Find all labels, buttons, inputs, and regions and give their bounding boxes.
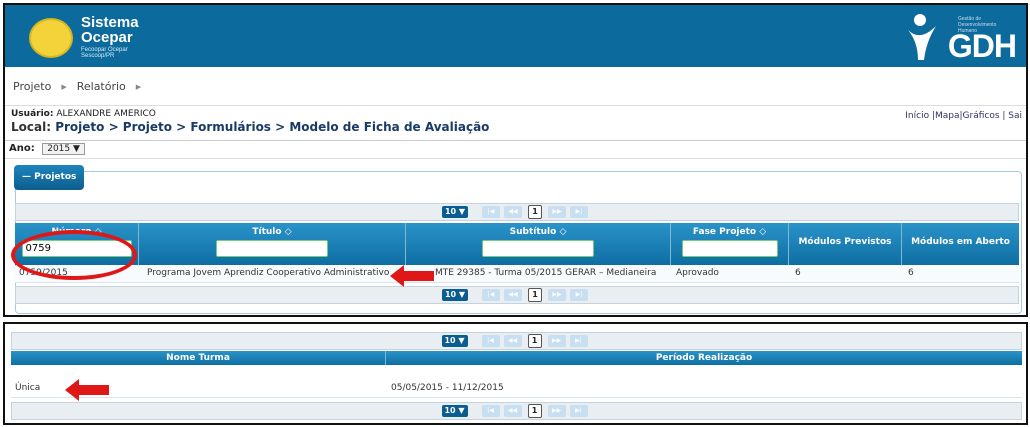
column-header-modulos-previstos: Módulos Previstos [789,223,902,265]
turmas-panel: 10 ▼ |◀ ◀◀ 1 ▶▶ ▶| Nome Turma Período Re… [3,322,1028,425]
subtitulo-filter-input[interactable] [482,240,594,257]
column-header-modulos-aberto: Módulos em Aberto [911,237,1010,247]
column-header-subtitulo[interactable]: Subtítulo ◇ [406,223,671,265]
last-page-button[interactable]: ▶| [570,206,588,218]
logo-subtext: Fecoopar Ocepar Sescoop/PR [81,47,128,59]
red-arrow-icon [390,265,434,287]
user-line: Usuário: ALEXANDRE AMERICO [11,109,1020,119]
projetos-pager-top: 10 ▼ |◀ ◀◀ 1 ▶▶ ▶| [15,203,1019,221]
projetos-toggle-button[interactable]: — Projetos [14,165,85,190]
prev-page-button[interactable]: ◀◀ [504,289,522,301]
prev-page-button[interactable]: ◀◀ [503,335,522,347]
gdh-logo[interactable]: Gestão de Desenvolvimento Humano GDH [906,10,1017,64]
prev-page-button[interactable]: ◀◀ [503,405,522,417]
table-row[interactable]: Única 05/05/2015 - 11/12/2015 [11,381,1022,398]
menu-item-projeto[interactable]: Projeto [13,80,51,93]
titulo-filter-input[interactable] [216,240,328,257]
year-select[interactable]: 2015 ▼ [42,143,85,155]
cell-modulos-previstos: 6 [795,268,801,278]
page-number-button[interactable]: 1 [527,334,542,348]
column-header-periodo[interactable]: Período Realização [386,351,1022,365]
column-label-titulo: Título ◇ [252,227,292,237]
breadcrumb-path: Projeto > Projeto > Formulários > Modelo… [55,120,490,134]
page-size-select[interactable]: 10 ▼ [442,289,468,301]
top-links[interactable]: Início |Mapa|Gráficos | Sai [905,111,1022,121]
turmas-pager-top: 10 ▼ |◀ ◀◀ 1 ▶▶ ▶| [11,332,1022,350]
first-page-button[interactable]: |◀ [481,405,500,417]
next-page-button[interactable]: ▶▶ [547,335,566,347]
user-label: Usuário: [11,109,54,119]
cell-fase: Aprovado [676,268,719,278]
page-number-button[interactable]: 1 [528,205,542,219]
column-header-fase[interactable]: Fase Projeto ◇ [671,223,789,265]
cell-titulo: Programa Jovem Aprendiz Cooperativo Admi… [147,268,390,278]
gdh-text: GDH [947,28,1017,64]
page-size-select[interactable]: 10 ▼ [442,206,468,218]
last-page-button[interactable]: ▶| [569,335,588,347]
chevron-right-icon: ▶ [135,82,142,91]
breadcrumb: Local: Projeto > Projeto > Formulários >… [11,120,1020,134]
column-header-nome-turma[interactable]: Nome Turma [11,351,386,365]
local-label: Local: [11,120,52,134]
page-number-button[interactable]: 1 [527,404,542,418]
cell-periodo: 05/05/2015 - 11/12/2015 [391,383,504,393]
page-number-button[interactable]: 1 [528,288,542,302]
projetos-table-header: Número ◇ Título ◇ Subtítulo ◇ Fase Proje… [15,223,1019,265]
cell-nome-turma: Única [15,383,41,393]
first-page-button[interactable]: |◀ [482,289,500,301]
fase-filter-input[interactable] [681,240,778,257]
logo-text-line2: Ocepar [81,29,133,46]
main-window: Sistema Ocepar Fecoopar Ocepar Sescoop/P… [3,3,1028,317]
next-page-button[interactable]: ▶▶ [548,289,566,301]
last-page-button[interactable]: ▶| [570,289,588,301]
year-filter-bar: Ano: 2015 ▼ [5,141,1026,159]
next-page-button[interactable]: ▶▶ [547,405,566,417]
column-header-titulo[interactable]: Título ◇ [139,223,406,265]
column-label-subtitulo: Subtítulo ◇ [509,227,567,237]
first-page-button[interactable]: |◀ [482,206,500,218]
cell-subtitulo: MTE 29385 - Turma 05/2015 GERAR – Median… [435,268,657,278]
turmas-table-header: Nome Turma Período Realização [11,351,1022,365]
highlight-circle [11,230,137,280]
menu-item-relatorio[interactable]: Relatório [77,80,126,93]
projetos-pager-bottom: 10 ▼ |◀ ◀◀ 1 ▶▶ ▶| [15,286,1019,304]
prev-page-button[interactable]: ◀◀ [504,206,522,218]
page-size-select[interactable]: 10 ▼ [441,405,468,417]
cell-modulos-aberto: 6 [908,268,914,278]
user-name: ALEXANDRE AMERICO [56,109,156,119]
turmas-pager-bottom: 10 ▼ |◀ ◀◀ 1 ▶▶ ▶| [11,402,1022,420]
next-page-button[interactable]: ▶▶ [548,206,566,218]
sistema-ocepar-logo[interactable]: Sistema Ocepar Fecoopar Ocepar Sescoop/P… [29,12,149,62]
red-arrow-icon [65,379,109,401]
chevron-right-icon: ▶ [61,82,67,91]
table-row[interactable]: 0759/2015 Programa Jovem Aprendiz Cooper… [15,266,1019,283]
main-menu: Projeto ▶ Relatório ▶ [5,68,1026,106]
first-page-button[interactable]: |◀ [481,335,500,347]
page-size-select[interactable]: 10 ▼ [441,335,468,347]
year-label: Ano: [9,143,35,154]
person-figure-icon [908,14,936,60]
ocepar-emblem-icon [29,18,73,58]
last-page-button[interactable]: ▶| [569,405,588,417]
header-banner: Sistema Ocepar Fecoopar Ocepar Sescoop/P… [5,5,1026,67]
column-label-fase: Fase Projeto ◇ [692,227,767,237]
user-info-bar: Usuário: ALEXANDRE AMERICO Local: Projet… [5,107,1026,141]
